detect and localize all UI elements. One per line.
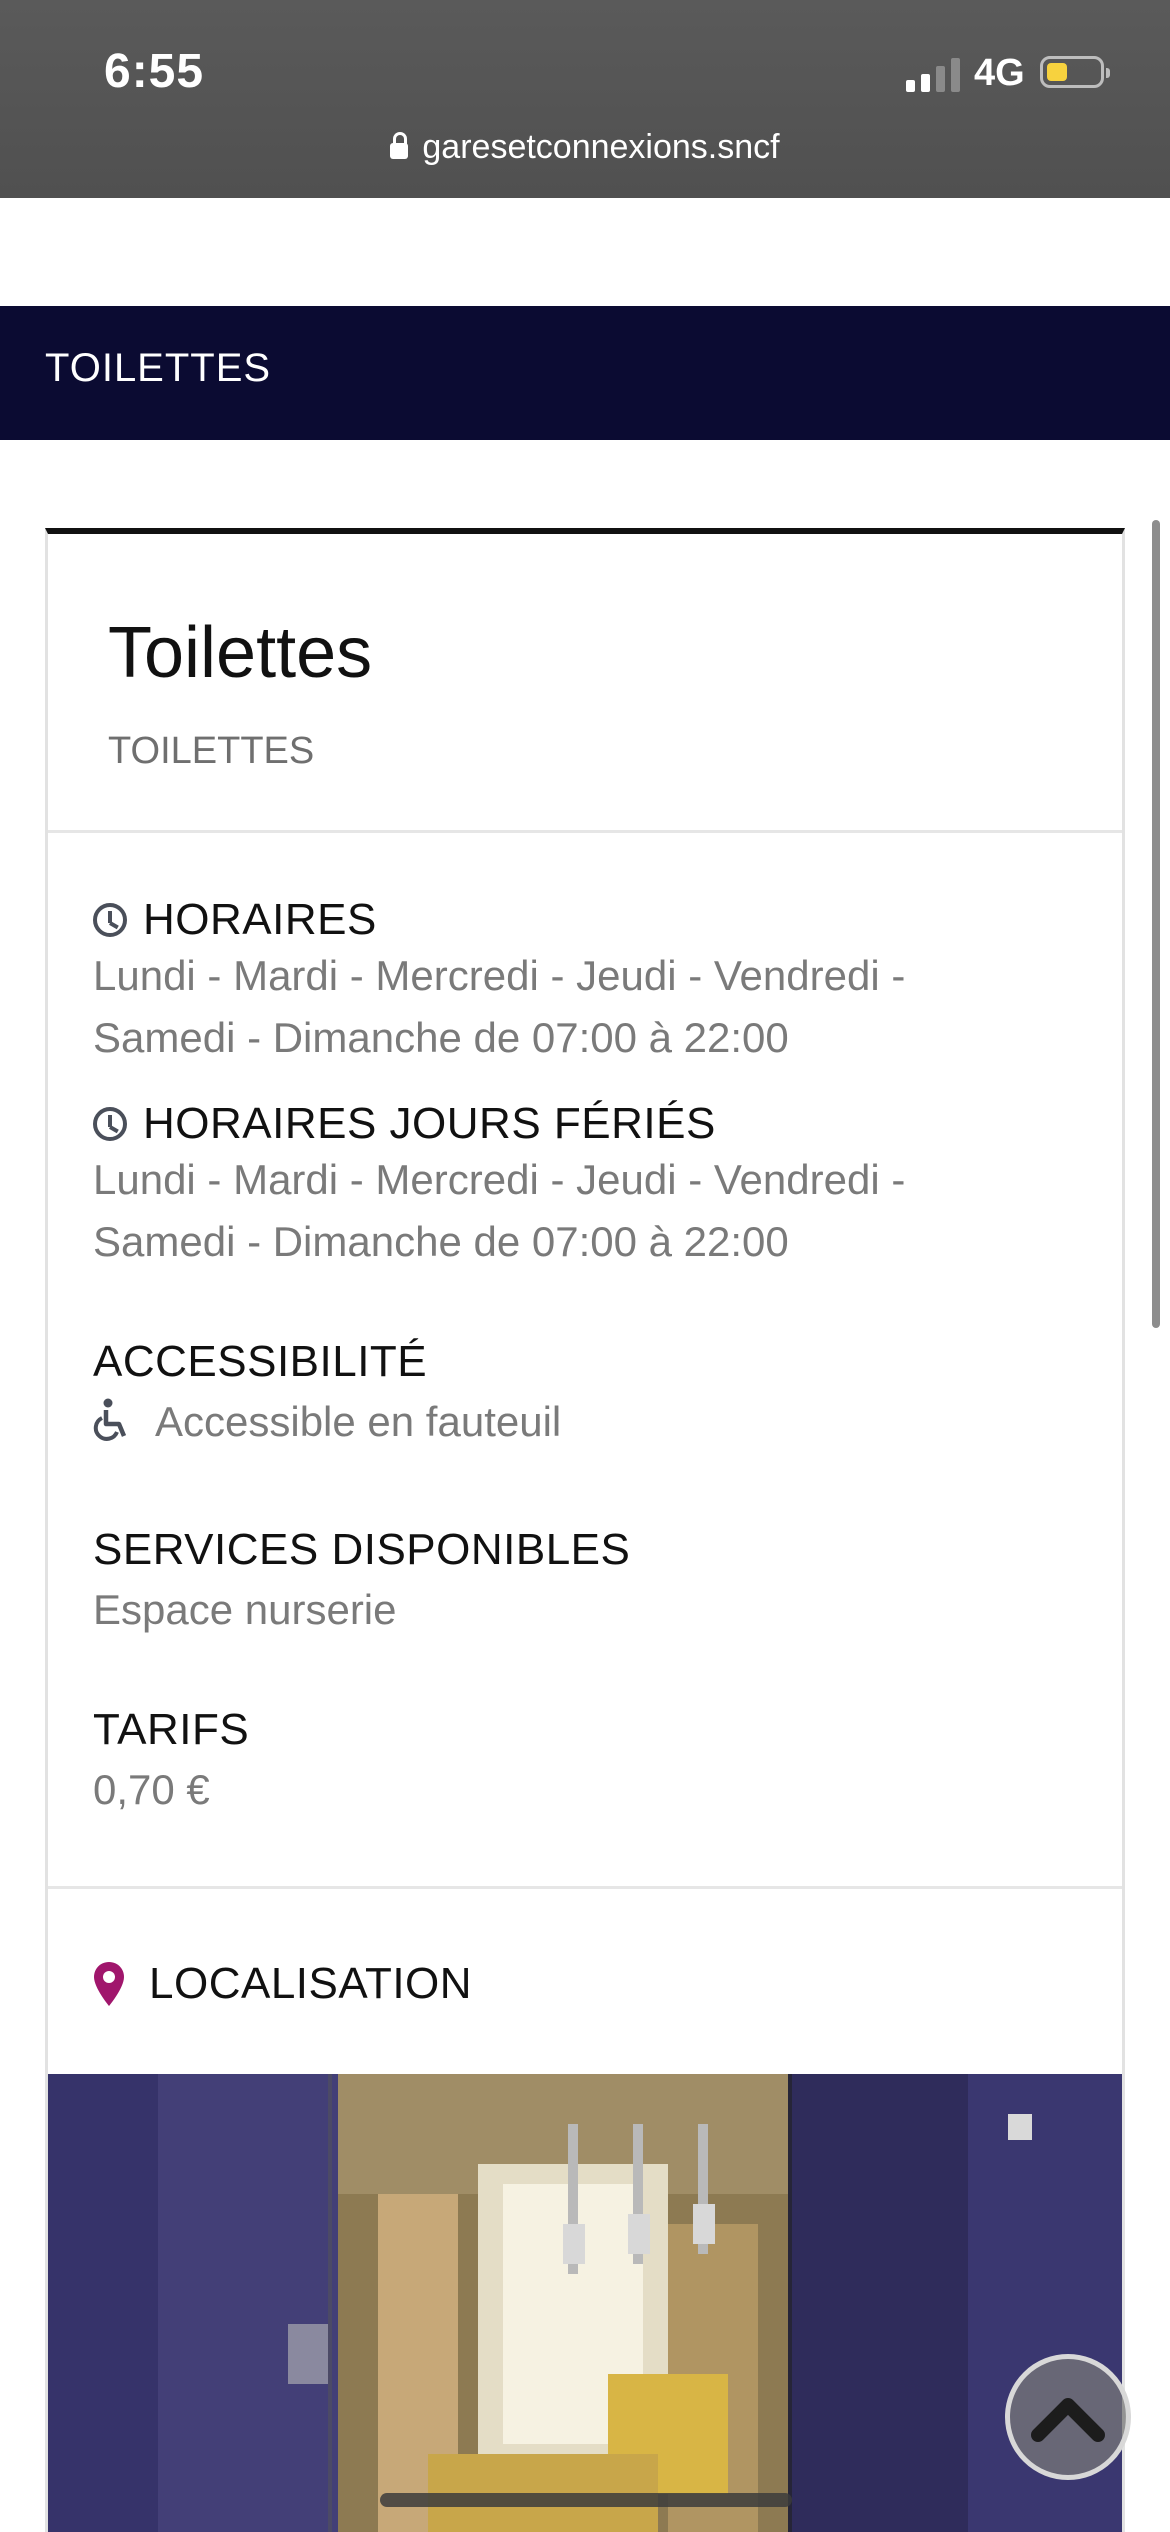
map-pin-icon — [94, 1962, 124, 2006]
status-time: 6:55 — [104, 45, 205, 98]
holiday-hours-line-1: Lundi - Mardi - Mercredi - Jeudi - Vendr… — [93, 1156, 906, 1203]
clock-icon — [93, 1107, 127, 1141]
services-label: SERVICES DISPONIBLES — [93, 1525, 631, 1574]
hours-section: HORAIRES Lundi - Mardi - Mercredi - Jeud… — [93, 895, 1093, 1069]
accessibility-value: Accessible en fauteuil — [155, 1398, 562, 1445]
location-photo — [48, 2074, 1122, 2532]
clock-icon — [93, 903, 127, 937]
home-indicator[interactable] — [380, 2493, 792, 2507]
service-card: Toilettes TOILETTES HORAIRES Lundi - Mar… — [45, 528, 1125, 2532]
url-bar[interactable]: garesetconnexions.sncf — [0, 128, 1170, 167]
card-subtitle: TOILETTES — [108, 730, 315, 772]
network-type: 4G — [974, 52, 1025, 94]
scrollbar[interactable] — [1152, 520, 1160, 1328]
rates-section: TARIFS 0,70 € — [93, 1705, 1093, 1821]
holiday-hours-label: HORAIRES JOURS FÉRIÉS — [143, 1099, 716, 1148]
browser-chrome: 6:55 4G garesetconnexions.sncf — [0, 0, 1170, 198]
card-info: HORAIRES Lundi - Mardi - Mercredi - Jeud… — [48, 833, 1122, 1889]
chevron-up-icon — [1031, 2398, 1105, 2442]
accessibility-label: ACCESSIBILITÉ — [93, 1337, 428, 1386]
wheelchair-icon — [93, 1398, 127, 1441]
services-section: SERVICES DISPONIBLES Espace nurserie — [93, 1525, 1093, 1641]
battery-icon — [1040, 56, 1110, 88]
hours-line-2: Samedi - Dimanche de 07:00 à 22:00 — [93, 1014, 789, 1061]
holiday-hours-section: HORAIRES JOURS FÉRIÉS Lundi - Mardi - Me… — [93, 1099, 1093, 1273]
holiday-hours-line-2: Samedi - Dimanche de 07:00 à 22:00 — [93, 1218, 789, 1265]
signal-icon — [906, 56, 960, 92]
accessibility-section: ACCESSIBILITÉ Accessible en fauteuil — [93, 1337, 1093, 1453]
category-header: TOILETTES — [0, 306, 1170, 440]
rates-label: TARIFS — [93, 1705, 250, 1754]
card-header: Toilettes TOILETTES — [48, 534, 1122, 833]
lock-icon — [390, 132, 409, 159]
rates-value: 0,70 € — [93, 1766, 210, 1813]
hours-line-1: Lundi - Mardi - Mercredi - Jeudi - Vendr… — [93, 952, 906, 999]
card-title: Toilettes — [108, 613, 373, 693]
location-section[interactable]: LOCALISATION — [48, 1889, 1122, 2079]
scroll-to-top-button[interactable] — [1005, 2354, 1131, 2480]
location-label: LOCALISATION — [149, 1959, 473, 2008]
url-text: garesetconnexions.sncf — [422, 128, 780, 166]
services-value: Espace nurserie — [93, 1586, 397, 1633]
hours-label: HORAIRES — [143, 895, 377, 944]
category-title: TOILETTES — [45, 346, 272, 390]
